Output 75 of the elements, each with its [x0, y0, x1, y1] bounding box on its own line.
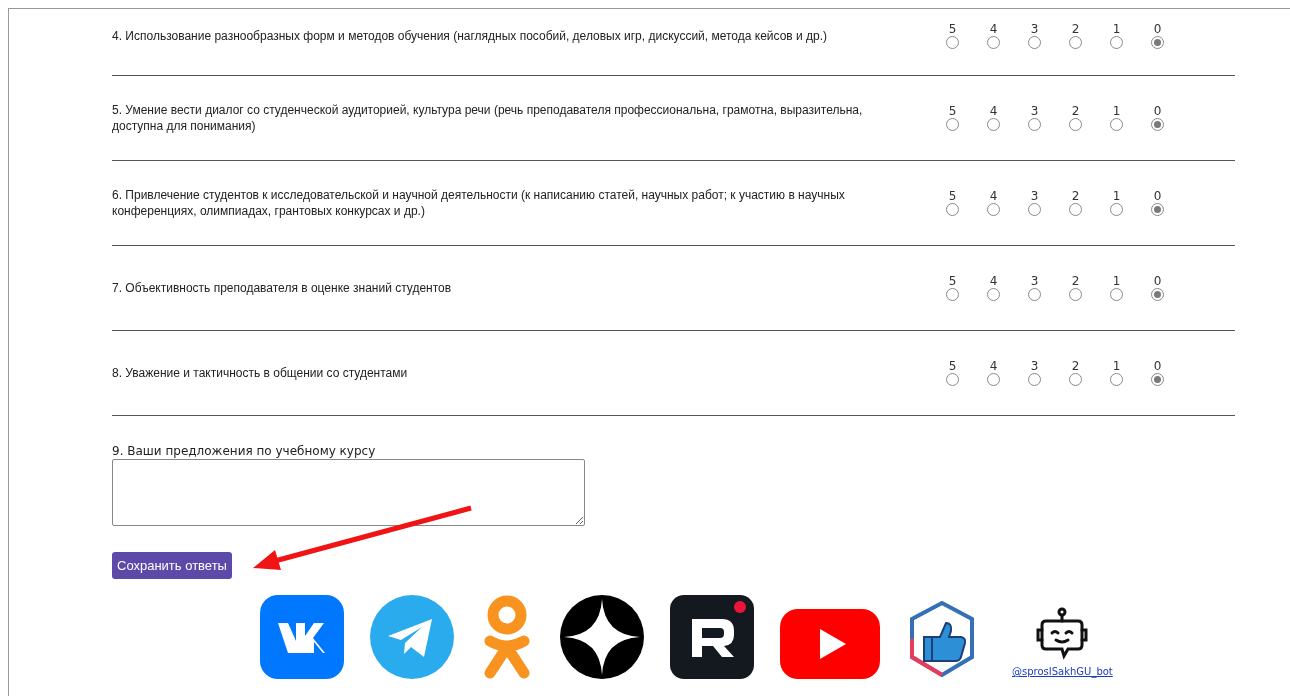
- radio-button[interactable]: [1151, 36, 1164, 49]
- radio-button[interactable]: [1028, 373, 1041, 386]
- radio-button[interactable]: [1028, 203, 1041, 216]
- score-label: 2: [1071, 275, 1080, 288]
- radio-button[interactable]: [1069, 288, 1082, 301]
- radio-button[interactable]: [1069, 203, 1082, 216]
- radio-button[interactable]: [1110, 203, 1123, 216]
- score-label: 0: [1153, 105, 1162, 118]
- radio-button[interactable]: [1151, 373, 1164, 386]
- save-answers-button[interactable]: Сохранить ответы: [112, 552, 232, 579]
- radio-button[interactable]: [1028, 36, 1041, 49]
- radio-button[interactable]: [1069, 373, 1082, 386]
- radio-button[interactable]: [946, 118, 959, 131]
- radio-button[interactable]: [946, 288, 959, 301]
- question-text: 8. Уважение и тактичность в общении со студентами: [112, 365, 409, 381]
- radio-button[interactable]: [1069, 118, 1082, 131]
- score-label: 5: [948, 23, 957, 36]
- suggestion-field[interactable]: [112, 459, 585, 526]
- radio-button[interactable]: [1110, 373, 1123, 386]
- score-label: 1: [1112, 275, 1121, 288]
- radio-button[interactable]: [1110, 118, 1123, 131]
- score-label: 3: [1030, 105, 1039, 118]
- score-label: 5: [948, 360, 957, 373]
- score-label: 3: [1030, 190, 1039, 203]
- score-label: 1: [1112, 360, 1121, 373]
- play-logo-icon[interactable]: [780, 609, 880, 679]
- radio-button[interactable]: [1151, 118, 1164, 131]
- score-label: 1: [1112, 23, 1121, 36]
- score-label: 2: [1071, 360, 1080, 373]
- score-label: 5: [948, 275, 957, 288]
- radio-button[interactable]: [987, 203, 1000, 216]
- question-text: 9. Ваши предложения по учебному курсу: [112, 444, 377, 458]
- radio-button[interactable]: [1028, 288, 1041, 301]
- score-label: 3: [1030, 360, 1039, 373]
- score-label: 4: [989, 105, 998, 118]
- score-label: 2: [1071, 23, 1080, 36]
- score-label: 0: [1153, 275, 1162, 288]
- radio-button[interactable]: [946, 203, 959, 216]
- score-label: 0: [1153, 190, 1162, 203]
- score-label: 0: [1153, 23, 1162, 36]
- score-label: 3: [1030, 23, 1039, 36]
- radio-button[interactable]: [1151, 203, 1164, 216]
- radio-button[interactable]: [1151, 288, 1164, 301]
- radio-button[interactable]: [987, 118, 1000, 131]
- r-logo-icon[interactable]: [670, 595, 754, 679]
- score-label: 4: [989, 275, 998, 288]
- score-label: 4: [989, 23, 998, 36]
- score-label: 0: [1153, 360, 1162, 373]
- score-label: 5: [948, 190, 957, 203]
- four-point-star-logo-icon[interactable]: [560, 595, 644, 679]
- score-label: 3: [1030, 275, 1039, 288]
- radio-button[interactable]: [946, 373, 959, 386]
- score-label: 5: [948, 105, 957, 118]
- question-text: 4. Использование разнообразных форм и методов обучения (наглядных пособий, деловых игр, дискуссий, метода кейсов и др.): [112, 28, 829, 44]
- radio-button[interactable]: [1028, 118, 1041, 131]
- paper-plane-logo-icon[interactable]: [370, 595, 454, 679]
- score-label: 4: [989, 360, 998, 373]
- score-label: 2: [1071, 190, 1080, 203]
- radio-button[interactable]: [946, 36, 959, 49]
- radio-button[interactable]: [1110, 36, 1123, 49]
- radio-button[interactable]: [1069, 36, 1082, 49]
- score-label: 4: [989, 190, 998, 203]
- score-label: 1: [1112, 105, 1121, 118]
- bot-link[interactable]: @sprosISakhGU_bot: [1012, 664, 1113, 679]
- score-label: 1: [1112, 190, 1121, 203]
- robot-icon[interactable]: [1034, 606, 1091, 662]
- radio-button[interactable]: [1110, 288, 1123, 301]
- question-text: 7. Объективность преподавателя в оценке знаний студентов: [112, 280, 453, 296]
- radio-button[interactable]: [987, 288, 1000, 301]
- question-text: 5. Умение вести диалог со студенческой аудиторией, культура речи (речь преподавателя профессиональна, грамотна, выразительна, доступна для понимания): [112, 102, 864, 134]
- question-text: 6. Привлечение студентов к исследовательской и научной деятельности (к написанию статей, научных работ; к участию в научных конференциях, олимпиадах, грантовых конкурсах и др.): [112, 187, 846, 219]
- radio-button[interactable]: [987, 373, 1000, 386]
- score-label: 2: [1071, 105, 1080, 118]
- radio-button[interactable]: [987, 36, 1000, 49]
- vk-logo-icon[interactable]: [260, 595, 344, 679]
